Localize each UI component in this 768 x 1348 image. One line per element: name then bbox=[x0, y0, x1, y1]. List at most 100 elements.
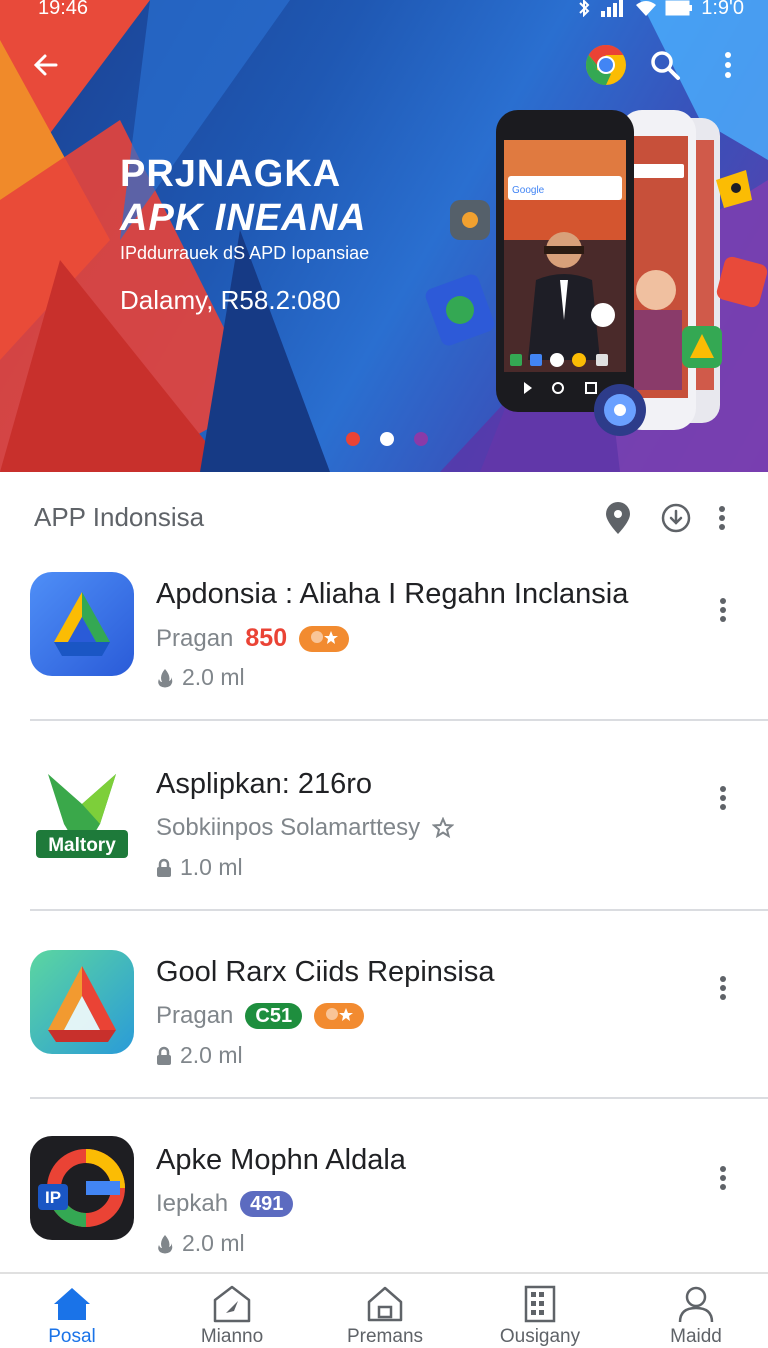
nav-item-posal[interactable]: Posal bbox=[2, 1274, 142, 1347]
app-developer: Pragan bbox=[156, 624, 234, 652]
app-icon-1 bbox=[30, 572, 134, 676]
app-developer: Iepkah bbox=[156, 1190, 229, 1217]
app-size-value: 1.0 ml bbox=[180, 854, 243, 880]
coin-star-icon bbox=[311, 630, 339, 644]
status-time: 19:46 bbox=[38, 0, 89, 19]
list-divider bbox=[30, 909, 768, 911]
app-icon-label: IP bbox=[45, 1188, 61, 1207]
app-price: 850 bbox=[245, 624, 288, 652]
drive-logo-icon bbox=[54, 592, 110, 656]
nav-label: Maidd bbox=[670, 1326, 722, 1347]
more-vert-icon bbox=[720, 786, 726, 810]
app-icon-label: Maltory bbox=[48, 835, 116, 856]
app-list-item[interactable]: Maltory Asplipkan: 216ro Sobkiinpos Sola… bbox=[0, 740, 768, 930]
home-icon bbox=[52, 1284, 92, 1324]
wifi-icon bbox=[636, 1, 657, 16]
compass-house-icon bbox=[212, 1284, 252, 1324]
status-bar: 19:46 1:9'0 bbox=[0, 0, 768, 24]
overflow-menu-button[interactable] bbox=[706, 43, 750, 87]
nav-item-ousigany[interactable]: Ousigany bbox=[470, 1274, 610, 1347]
nav-label: Premans bbox=[346, 1326, 424, 1347]
back-button[interactable] bbox=[24, 43, 68, 87]
status-time-right: 1:9'0 bbox=[701, 0, 744, 19]
app-more-button[interactable] bbox=[708, 968, 738, 1008]
house-outline-icon bbox=[365, 1284, 405, 1324]
person-icon bbox=[676, 1284, 716, 1324]
app-icon-4: IP bbox=[30, 1136, 134, 1240]
download-circle-icon bbox=[661, 503, 691, 533]
nav-label: Mianno bbox=[200, 1326, 264, 1347]
app-icon-2: Maltory bbox=[30, 764, 134, 868]
app-developer: Sobkiinpos Solamarttesy bbox=[156, 814, 421, 841]
rating-badge: 491 bbox=[240, 1191, 294, 1217]
location-button[interactable] bbox=[600, 500, 636, 536]
carousel-dot-1[interactable] bbox=[346, 432, 360, 446]
app-size: 1.0 ml bbox=[156, 854, 243, 881]
carousel-indicator[interactable] bbox=[346, 432, 428, 446]
app-more-button[interactable] bbox=[708, 590, 738, 630]
more-vert-icon bbox=[720, 976, 726, 1000]
app-name: Apke Mophn Aldala bbox=[156, 1144, 406, 1176]
more-vert-icon bbox=[720, 598, 726, 622]
carousel-dot-2[interactable] bbox=[380, 432, 394, 446]
app-meta: Sobkiinpos Solamarttesy bbox=[156, 814, 455, 842]
app-size-value: 2.0 ml bbox=[182, 1230, 245, 1256]
chrome-icon bbox=[586, 45, 626, 85]
hero-title-line2: APK INEANA bbox=[120, 197, 367, 239]
maltory-logo-icon: Maltory bbox=[36, 774, 128, 858]
nav-item-maidd[interactable]: Maidd bbox=[626, 1274, 766, 1347]
nav-item-premans[interactable]: Premans bbox=[315, 1274, 455, 1347]
app-more-button[interactable] bbox=[708, 778, 738, 818]
lock-icon bbox=[157, 1046, 171, 1065]
download-button[interactable] bbox=[658, 500, 694, 536]
more-vert-icon bbox=[720, 1166, 726, 1190]
location-pin-icon bbox=[606, 502, 630, 534]
app-list-item[interactable]: Apdonsia : Aliaha I Regahn Inclansia Pra… bbox=[0, 550, 768, 740]
flame-icon bbox=[158, 1234, 173, 1253]
building-icon bbox=[520, 1284, 560, 1324]
rating-badge bbox=[299, 625, 350, 652]
arrow-left-icon bbox=[33, 54, 58, 76]
google-ring-logo-icon: IP bbox=[38, 1149, 125, 1227]
nav-label: Ousigany bbox=[499, 1326, 581, 1347]
search-icon bbox=[651, 51, 680, 80]
app-meta: Iepkah 491 bbox=[156, 1190, 294, 1218]
app-size: 2.0 ml bbox=[156, 664, 245, 691]
app-name: Gool Rarx Ciids Repinsisa bbox=[156, 956, 495, 988]
coin-star-icon bbox=[326, 1008, 354, 1021]
lock-icon bbox=[157, 858, 171, 877]
app-size: 2.0 ml bbox=[156, 1230, 245, 1257]
section-more-button[interactable] bbox=[704, 500, 740, 536]
app-size-value: 2.0 ml bbox=[180, 1042, 243, 1068]
more-vert-icon bbox=[719, 506, 725, 530]
triangle-logo-icon bbox=[48, 966, 116, 1042]
app-meta: Pragan 850 bbox=[156, 624, 350, 653]
app-list-item[interactable]: Gool Rarx Ciids Repinsisa Pragan C51 2.0… bbox=[0, 928, 768, 1118]
more-vert-icon bbox=[725, 52, 731, 78]
app-size-value: 2.0 ml bbox=[182, 664, 245, 690]
hero-date: Dalamy, R58.2:080 bbox=[120, 285, 341, 315]
signal-icon bbox=[601, 0, 624, 17]
app-name: Apdonsia : Aliaha I Regahn Inclansia bbox=[156, 578, 629, 610]
bluetooth-icon bbox=[579, 0, 590, 17]
app-name: Asplipkan: 216ro bbox=[156, 768, 373, 800]
rating-badge-coin bbox=[314, 1003, 365, 1029]
list-divider bbox=[30, 719, 768, 721]
hero-banner[interactable]: 19:46 1:9'0 PRJNAGKA APK INEANA IPddurra… bbox=[0, 0, 768, 472]
nav-item-mianno[interactable]: Mianno bbox=[162, 1274, 302, 1347]
chrome-button[interactable] bbox=[584, 43, 628, 87]
bottom-navigation: Posal Mianno Premans Ousigany Maidd bbox=[0, 1272, 768, 1347]
rating-badge: C51 bbox=[245, 1003, 303, 1029]
app-more-button[interactable] bbox=[708, 1158, 738, 1198]
hero-subtitle: IPddurrauek dS APD Iopansiae bbox=[120, 243, 370, 263]
carousel-dot-3[interactable] bbox=[414, 432, 428, 446]
app-developer: Pragan bbox=[156, 1002, 234, 1029]
app-meta: Pragan C51 bbox=[156, 1002, 365, 1030]
search-button[interactable] bbox=[643, 43, 687, 87]
app-size: 2.0 ml bbox=[156, 1042, 243, 1069]
list-divider bbox=[30, 1097, 768, 1099]
hero-title-line1: PRJNAGKA bbox=[120, 153, 342, 195]
battery-icon bbox=[665, 0, 693, 16]
star-outline-icon bbox=[432, 817, 455, 839]
section-title: APP Indonsisa bbox=[34, 502, 205, 532]
